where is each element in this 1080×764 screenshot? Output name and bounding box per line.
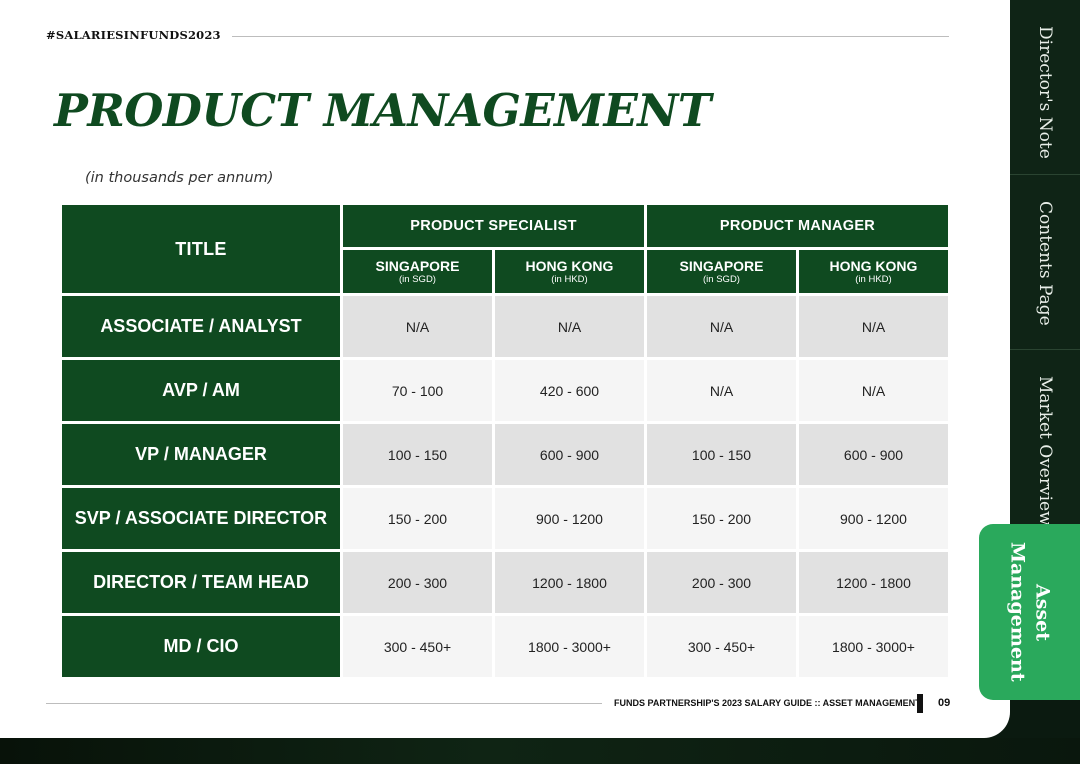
region-name: SINGAPORE [375, 257, 460, 274]
region-header: HONG KONG (in HKD) [799, 250, 948, 293]
salary-cell: 70 - 100 [343, 360, 492, 421]
region-currency: (in HKD) [855, 273, 892, 285]
salary-cell: 900 - 1200 [495, 488, 644, 549]
salary-cell: N/A [495, 296, 644, 357]
region-header: SINGAPORE (in SGD) [647, 250, 796, 293]
footer-rule [46, 703, 602, 704]
row-title: DIRECTOR / TEAM HEAD [62, 552, 340, 613]
salary-cell: 300 - 450+ [647, 616, 796, 677]
table-row: SVP / ASSOCIATE DIRECTOR 150 - 200 900 -… [62, 488, 948, 549]
row-title: MD / CIO [62, 616, 340, 677]
salary-cell: 200 - 300 [343, 552, 492, 613]
tab-contents-page[interactable]: Contents Page [1010, 174, 1080, 349]
salary-cell: 150 - 200 [343, 488, 492, 549]
tab-label: Asset Management [1006, 542, 1054, 682]
region-currency: (in HKD) [551, 273, 588, 285]
page-title: PRODUCT MANAGEMENT [54, 84, 711, 137]
salary-cell: 600 - 900 [799, 424, 948, 485]
table-row: ASSOCIATE / ANALYST N/A N/A N/A N/A [62, 296, 948, 357]
table-row: AVP / AM 70 - 100 420 - 600 N/A N/A [62, 360, 948, 421]
region-name: HONG KONG [829, 257, 918, 274]
tab-label: Contents Page [1035, 201, 1055, 326]
salary-cell: 1800 - 3000+ [799, 616, 948, 677]
salary-cell: N/A [799, 360, 948, 421]
tab-market-overview[interactable]: Market Overview [1010, 349, 1080, 526]
salary-cell: 1200 - 1800 [799, 552, 948, 613]
tab-label: Director's Note [1035, 26, 1055, 159]
salary-cell: N/A [647, 296, 796, 357]
table-row: DIRECTOR / TEAM HEAD 200 - 300 1200 - 18… [62, 552, 948, 613]
salary-table: TITLE PRODUCT SPECIALIST PRODUCT MANAGER… [59, 202, 951, 680]
salary-cell: 1800 - 3000+ [495, 616, 644, 677]
row-title: VP / MANAGER [62, 424, 340, 485]
row-title: ASSOCIATE / ANALYST [62, 296, 340, 357]
salary-cell: 300 - 450+ [343, 616, 492, 677]
bottom-dark-strip [0, 738, 1080, 764]
salary-cell: N/A [647, 360, 796, 421]
salary-cell: 420 - 600 [495, 360, 644, 421]
table-row: VP / MANAGER 100 - 150 600 - 900 100 - 1… [62, 424, 948, 485]
region-currency: (in SGD) [399, 273, 436, 285]
row-title: SVP / ASSOCIATE DIRECTOR [62, 488, 340, 549]
hashtag-label: #SALARIESINFUNDS2023 [46, 28, 221, 42]
region-currency: (in SGD) [703, 273, 740, 285]
table-row: MD / CIO 300 - 450+ 1800 - 3000+ 300 - 4… [62, 616, 948, 677]
group-header-product-specialist: PRODUCT SPECIALIST [343, 205, 644, 247]
units-note: (in thousands per annum) [85, 170, 274, 186]
salary-cell: 200 - 300 [647, 552, 796, 613]
salary-cell: 100 - 150 [343, 424, 492, 485]
tab-asset-management[interactable]: Asset Management [979, 524, 1080, 700]
page-number: 09 [938, 697, 951, 709]
region-header: SINGAPORE (in SGD) [343, 250, 492, 293]
salary-cell: 1200 - 1800 [495, 552, 644, 613]
tab-label: Market Overview [1035, 376, 1055, 526]
region-name: SINGAPORE [679, 257, 764, 274]
salary-cell: 600 - 900 [495, 424, 644, 485]
region-name: HONG KONG [525, 257, 614, 274]
header-rule [232, 36, 949, 37]
salary-cell: N/A [343, 296, 492, 357]
row-title: AVP / AM [62, 360, 340, 421]
document-page: #SALARIESINFUNDS2023 PRODUCT MANAGEMENT … [0, 0, 1010, 738]
group-header-product-manager: PRODUCT MANAGER [647, 205, 948, 247]
region-header: HONG KONG (in HKD) [495, 250, 644, 293]
table-group-header-row: TITLE PRODUCT SPECIALIST PRODUCT MANAGER [62, 205, 948, 293]
footer-guide-text: FUNDS PARTNERSHIP'S 2023 SALARY GUIDE ::… [614, 698, 921, 708]
salary-cell: 100 - 150 [647, 424, 796, 485]
salary-cell: 900 - 1200 [799, 488, 948, 549]
title-column-header: TITLE [62, 205, 340, 293]
tab-directors-note[interactable]: Director's Note [1010, 0, 1080, 174]
salary-cell: 150 - 200 [647, 488, 796, 549]
salary-cell: N/A [799, 296, 948, 357]
footer-divider-bar [917, 694, 923, 713]
